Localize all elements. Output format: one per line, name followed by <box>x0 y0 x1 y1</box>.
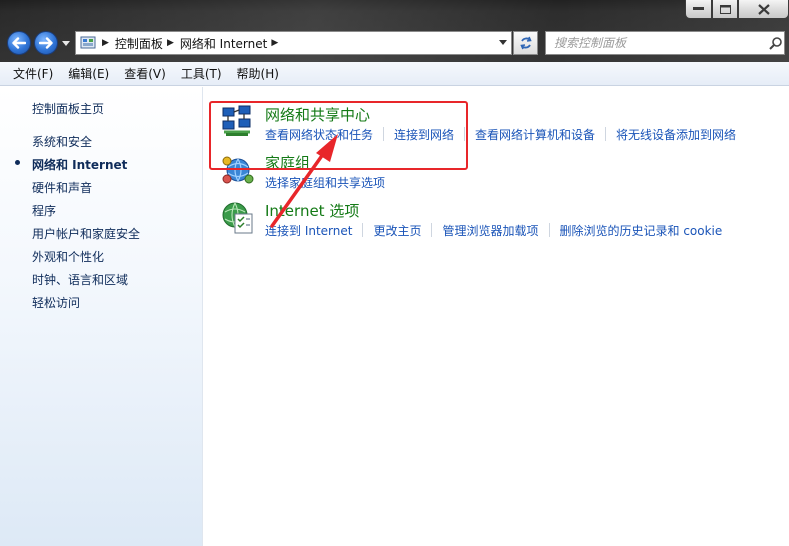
navigation-pane: 控制面板主页 系统和安全 网络和 Internet 硬件和声音 程序 用户帐户和… <box>0 87 203 546</box>
menu-edit[interactable]: 编辑(E) <box>63 65 114 82</box>
link-delete-browsing-history[interactable]: 删除浏览的历史记录和 cookie <box>560 222 723 239</box>
forward-arrow-icon <box>39 37 53 49</box>
forward-button[interactable] <box>34 31 58 55</box>
sidebar-item-label: 网络和 Internet <box>32 158 128 172</box>
back-button[interactable] <box>7 31 31 55</box>
close-icon <box>757 3 770 15</box>
sidebar-list: 系统和安全 网络和 Internet 硬件和声音 程序 用户帐户和家庭安全 外观… <box>15 133 140 317</box>
sidebar-item-hardware-sound[interactable]: 硬件和声音 <box>32 179 140 202</box>
link-separator <box>548 223 550 237</box>
annotation-highlight-box <box>209 101 468 170</box>
maximize-button[interactable] <box>712 0 738 19</box>
refresh-button[interactable] <box>513 31 538 55</box>
recent-pages-dropdown-icon[interactable] <box>62 40 70 48</box>
search-input[interactable] <box>554 33 766 53</box>
maximize-icon <box>719 4 731 14</box>
search-icon[interactable] <box>766 33 784 53</box>
sidebar-item-ease-of-access[interactable]: 轻松访问 <box>32 294 140 317</box>
link-separator <box>605 127 607 141</box>
current-item-bullet-icon <box>15 160 20 165</box>
link-add-wireless-device[interactable]: 将无线设备添加到网络 <box>616 126 736 143</box>
refresh-icon <box>519 36 532 50</box>
menu-bar: 文件(F) 编辑(E) 查看(V) 工具(T) 帮助(H) <box>0 62 789 86</box>
sidebar-item-user-accounts[interactable]: 用户帐户和家庭安全 <box>32 225 140 248</box>
address-bar[interactable]: ▶ 控制面板 ▶ 网络和 Internet ▶ <box>75 31 512 55</box>
menu-view[interactable]: 查看(V) <box>119 65 171 82</box>
category-title[interactable]: Internet 选项 <box>265 200 359 221</box>
back-arrow-icon <box>12 37 26 49</box>
link-connect-to-internet[interactable]: 连接到 Internet <box>265 222 352 239</box>
breadcrumb-separator-icon[interactable]: ▶ <box>271 38 278 48</box>
control-panel-icon <box>78 32 98 54</box>
link-separator <box>431 223 433 237</box>
link-manage-add-ons[interactable]: 管理浏览器加载项 <box>442 222 538 239</box>
minimize-button[interactable] <box>685 0 712 19</box>
sidebar-item-system-security[interactable]: 系统和安全 <box>32 133 140 156</box>
category-links: 选择家庭组和共享选项 <box>265 174 385 191</box>
sidebar-item-network-internet[interactable]: 网络和 Internet <box>15 156 140 179</box>
link-homegroup-sharing-options[interactable]: 选择家庭组和共享选项 <box>265 174 385 191</box>
breadcrumb-separator-icon[interactable]: ▶ <box>167 38 174 48</box>
window-controls <box>685 0 789 19</box>
menu-tools[interactable]: 工具(T) <box>176 65 227 82</box>
category-links: 连接到 Internet 更改主页 管理浏览器加载项 删除浏览的历史记录和 co… <box>265 222 722 239</box>
address-history-dropdown[interactable] <box>495 32 511 54</box>
sidebar-item-programs[interactable]: 程序 <box>32 202 140 225</box>
breadcrumb-network-internet[interactable]: 网络和 Internet <box>180 35 267 52</box>
sidebar-item-clock-language-region[interactable]: 时钟、语言和区域 <box>32 271 140 294</box>
close-button[interactable] <box>738 0 789 19</box>
link-view-network-computers[interactable]: 查看网络计算机和设备 <box>475 126 595 143</box>
minimize-icon <box>693 7 704 10</box>
link-separator <box>362 223 364 237</box>
breadcrumb-separator-icon[interactable]: ▶ <box>102 38 109 48</box>
link-change-homepage[interactable]: 更改主页 <box>373 222 421 239</box>
breadcrumb-control-panel[interactable]: 控制面板 <box>115 35 163 52</box>
sidebar-item-control-panel-home[interactable]: 控制面板主页 <box>32 100 104 117</box>
search-box[interactable] <box>545 31 785 55</box>
internet-options-icon <box>220 200 256 236</box>
chevron-down-icon <box>499 40 507 45</box>
menu-help[interactable]: 帮助(H) <box>232 65 284 82</box>
menu-file[interactable]: 文件(F) <box>8 65 58 82</box>
sidebar-item-appearance[interactable]: 外观和个性化 <box>32 248 140 271</box>
